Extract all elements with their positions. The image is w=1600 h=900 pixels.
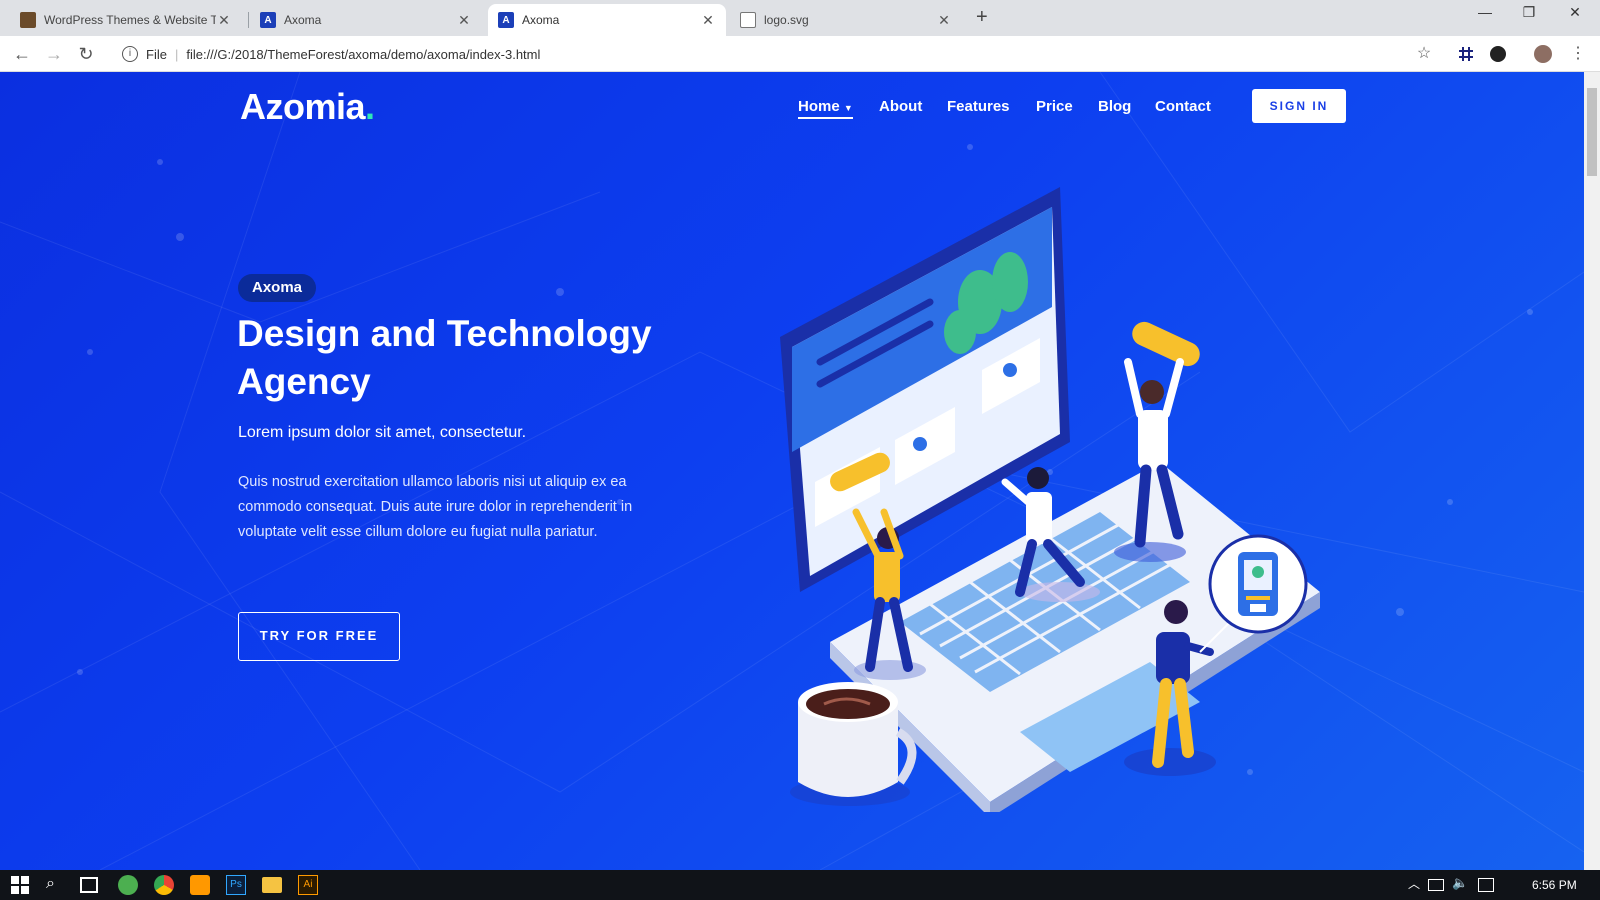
notification-icon[interactable] bbox=[1478, 878, 1494, 892]
new-tab-button[interactable]: + bbox=[976, 6, 988, 29]
reload-icon[interactable]: ↻ bbox=[74, 42, 98, 66]
bookmark-star-icon[interactable]: ☆ bbox=[1412, 42, 1436, 66]
logo-text: Azomia bbox=[240, 86, 366, 127]
coffee-cup bbox=[790, 682, 917, 806]
nav-price[interactable]: Price bbox=[1036, 98, 1073, 115]
network-icon[interactable] bbox=[1428, 879, 1444, 891]
url-text: file:///G:/2018/ThemeForest/axoma/demo/a… bbox=[186, 46, 541, 62]
extension-icon[interactable] bbox=[1490, 46, 1506, 62]
axoma-favicon-icon: A bbox=[498, 12, 514, 28]
taskbar-clock[interactable]: 6:56 PM bbox=[1532, 878, 1577, 892]
scrollbar-thumb[interactable] bbox=[1587, 88, 1597, 176]
sign-in-button[interactable]: SIGN IN bbox=[1252, 89, 1346, 123]
try-for-free-button[interactable]: TRY FOR FREE bbox=[238, 612, 400, 661]
web-page: Azomia. Home ▼ About Features Price Blog… bbox=[0, 72, 1584, 870]
info-icon[interactable]: i bbox=[122, 46, 138, 62]
tab-title: WordPress Themes & Website Te bbox=[44, 13, 216, 27]
hero-body-text: Quis nostrud exercitation ullamco labori… bbox=[238, 474, 633, 540]
browser-tab[interactable]: A Axoma ✕ bbox=[250, 4, 482, 36]
windows-taskbar: ⌕ Ps Ai ︿ 🔈 6:56 PM bbox=[0, 870, 1600, 900]
close-window-icon[interactable]: ✕ bbox=[1560, 4, 1590, 21]
nav-contact[interactable]: Contact bbox=[1155, 98, 1211, 115]
envato-icon bbox=[20, 12, 36, 28]
hero-title: Design and Technology Agency bbox=[237, 313, 652, 402]
chrome-icon[interactable] bbox=[154, 875, 174, 895]
windows-start-icon[interactable] bbox=[10, 875, 30, 895]
tab-title: Axoma bbox=[522, 13, 560, 27]
forward-arrow-icon[interactable]: → bbox=[42, 42, 66, 66]
caret-down-icon: ▼ bbox=[843, 103, 853, 113]
tab-title: Axoma bbox=[284, 13, 322, 27]
sublime-icon[interactable] bbox=[190, 875, 210, 895]
restore-icon[interactable]: ❐ bbox=[1514, 4, 1544, 21]
back-arrow-icon[interactable]: ← bbox=[10, 42, 34, 66]
close-tab-icon[interactable]: ✕ bbox=[936, 12, 952, 29]
close-tab-icon[interactable]: ✕ bbox=[456, 12, 472, 29]
avatar[interactable] bbox=[1534, 45, 1552, 63]
folder-icon[interactable] bbox=[262, 877, 282, 893]
nav-home-label: Home bbox=[798, 98, 840, 115]
browser-tab-bar: WordPress Themes & Website Te ✕ A Axoma … bbox=[0, 0, 1600, 36]
url-field[interactable]: i File | file:///G:/2018/ThemeForest/axo… bbox=[112, 40, 1442, 68]
chevron-up-icon[interactable]: ︿ bbox=[1404, 875, 1424, 895]
address-bar-row: ← → ↻ i File | file:///G:/2018/ThemeFore… bbox=[0, 36, 1600, 72]
hero-illustration bbox=[780, 187, 1320, 812]
nav-home[interactable]: Home ▼ bbox=[798, 98, 853, 119]
page-scrollbar[interactable] bbox=[1584, 72, 1600, 870]
search-icon[interactable]: ⌕ bbox=[46, 875, 66, 895]
browser-tab-active[interactable]: A Axoma ✕ bbox=[488, 4, 726, 36]
logo-dot: . bbox=[365, 86, 375, 127]
tab-title: logo.svg bbox=[764, 13, 809, 27]
nav-about[interactable]: About bbox=[879, 98, 922, 115]
hero-badge: Axoma bbox=[238, 274, 317, 302]
close-tab-icon[interactable]: ✕ bbox=[700, 12, 716, 29]
url-divider: | bbox=[174, 46, 179, 62]
task-view-icon[interactable] bbox=[80, 877, 98, 893]
tab-separator bbox=[248, 12, 249, 28]
file-icon bbox=[740, 12, 756, 28]
axoma-favicon-icon: A bbox=[260, 12, 276, 28]
app-icon[interactable] bbox=[118, 875, 138, 895]
site-logo[interactable]: Azomia. bbox=[240, 86, 375, 128]
close-tab-icon[interactable]: ✕ bbox=[216, 12, 232, 29]
hero-lead: Lorem ipsum dolor sit amet, consectetur. bbox=[238, 424, 527, 441]
security-label: File bbox=[146, 46, 167, 62]
grid-extension-icon[interactable] bbox=[1458, 46, 1474, 62]
browser-tab[interactable]: WordPress Themes & Website Te ✕ bbox=[10, 4, 242, 36]
illustrator-icon[interactable]: Ai bbox=[298, 875, 318, 895]
nav-features[interactable]: Features bbox=[947, 98, 1010, 115]
minimize-icon[interactable]: — bbox=[1470, 4, 1500, 20]
volume-icon[interactable]: 🔈 bbox=[1452, 875, 1472, 895]
nav-blog[interactable]: Blog bbox=[1098, 98, 1131, 115]
browser-tab[interactable]: logo.svg ✕ bbox=[730, 4, 962, 36]
photoshop-icon[interactable]: Ps bbox=[226, 875, 246, 895]
menu-kebab-icon[interactable]: ⋮ bbox=[1566, 42, 1590, 66]
